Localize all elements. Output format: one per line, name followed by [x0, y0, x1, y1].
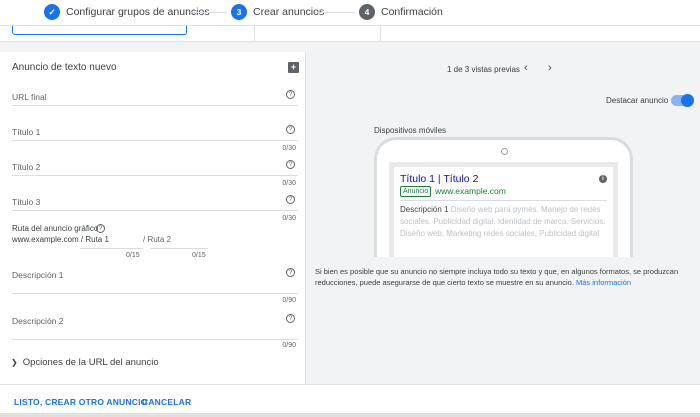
chevron-down-icon: ❯	[11, 358, 18, 367]
step-confirmation[interactable]: 4 Confirmación	[359, 4, 443, 20]
highlight-ad-label: Destacar anuncio	[606, 96, 669, 105]
done-create-another-button[interactable]: LISTO, CREAR OTRO ANUNCIO	[14, 397, 147, 407]
char-counter: 0/15	[192, 252, 206, 259]
field-label: Título 1	[12, 127, 41, 137]
ad-description-strong: Descripción 1	[400, 205, 449, 214]
mobile-devices-label: Dispositivos móviles	[374, 126, 447, 135]
check-icon: ✓	[44, 4, 60, 20]
step-label: Confirmación	[381, 6, 443, 18]
url-options-toggle[interactable]: ❯ Opciones de la URL del anuncio	[11, 357, 159, 368]
divider	[254, 26, 255, 42]
stepper: ✓ Configurar grupos de anuncios 3 Crear …	[0, 0, 700, 26]
step-configure-ad-groups[interactable]: ✓ Configurar grupos de anuncios	[44, 4, 210, 20]
cancel-button[interactable]: CANCELAR	[142, 397, 191, 407]
field-underline	[150, 248, 208, 249]
field-underline	[80, 248, 143, 249]
help-icon[interactable]: ?	[286, 268, 295, 277]
field-underline	[12, 105, 298, 106]
top-strip	[0, 26, 700, 42]
bottom-edge	[0, 413, 700, 417]
toggle-knob	[681, 94, 694, 107]
field-label: Descripción 1	[12, 270, 64, 280]
char-counter: 0/30	[282, 215, 296, 222]
display-path-url[interactable]: www.example.com / Ruta 1	[12, 235, 109, 244]
highlight-ad-toggle[interactable]	[671, 94, 694, 107]
phone-frame: Título 1 | Título 2 i Anuncio www.exampl…	[374, 137, 633, 257]
step-label: Crear anuncios	[253, 6, 325, 18]
char-counter: 0/90	[282, 342, 296, 349]
step-connector	[191, 12, 227, 13]
help-icon[interactable]: ?	[286, 125, 295, 134]
step-label: Configurar grupos de anuncios	[66, 6, 210, 18]
selected-item-outline[interactable]	[12, 26, 187, 35]
field-label: Título 2	[12, 162, 41, 172]
field-underline	[12, 140, 298, 141]
ad-description: Descripción 1 Diseño web para pymes. Man…	[400, 204, 610, 240]
step-create-ads[interactable]: 3 Crear anuncios	[231, 4, 324, 20]
chevron-left-icon[interactable]: ‹	[524, 62, 528, 74]
add-icon[interactable]: +	[288, 62, 299, 73]
field-underline	[12, 339, 298, 340]
char-counter: 0/15	[126, 252, 140, 259]
field-label: URL final	[12, 92, 47, 102]
ad-display-url: www.example.com	[435, 186, 506, 196]
char-counter: 0/30	[282, 145, 296, 152]
field-underline	[12, 175, 298, 176]
phone-screen: Título 1 | Título 2 i Anuncio www.exampl…	[389, 162, 618, 257]
field-underline	[12, 210, 298, 211]
field-underline	[12, 293, 298, 294]
step-number: 3	[231, 4, 247, 20]
preview-count: 1 de 3 vistas previas	[447, 65, 520, 74]
char-counter: 0/30	[282, 180, 296, 187]
field-label: Descripción 2	[12, 316, 64, 326]
new-text-ad-form: Anuncio de texto nuevo + URL final ? Tít…	[0, 52, 306, 384]
help-icon[interactable]: ?	[286, 90, 295, 99]
help-icon[interactable]: ?	[96, 224, 105, 233]
help-icon[interactable]: ?	[286, 160, 295, 169]
ad-preview-panel: 1 de 3 vistas previas ‹ › Destacar anunc…	[306, 52, 700, 384]
char-counter: 0/90	[282, 297, 296, 304]
display-path-label: Ruta del anuncio gráfico	[12, 224, 99, 233]
ad-headline: Título 1 | Título 2	[400, 173, 479, 185]
step-number: 4	[359, 4, 375, 20]
chevron-right-icon[interactable]: ›	[548, 62, 552, 74]
ad-badge: Anuncio	[400, 186, 432, 197]
field-label: Título 3	[12, 197, 41, 207]
divider	[380, 26, 381, 42]
help-icon[interactable]: ?	[286, 195, 295, 204]
divider	[400, 200, 607, 201]
form-title: Anuncio de texto nuevo	[12, 62, 117, 73]
ad-preview-card: Título 1 | Título 2 i Anuncio www.exampl…	[394, 167, 613, 257]
display-path2[interactable]: / Ruta 2	[143, 235, 171, 244]
url-options-label: Opciones de la URL del anuncio	[22, 357, 159, 368]
preview-note: Si bien es posible que su anuncio no sie…	[315, 267, 695, 288]
info-icon[interactable]: i	[599, 175, 607, 183]
help-icon[interactable]: ?	[286, 314, 295, 323]
camera-icon	[501, 148, 508, 155]
step-connector	[317, 12, 355, 13]
learn-more-link[interactable]: Más información	[576, 278, 631, 287]
